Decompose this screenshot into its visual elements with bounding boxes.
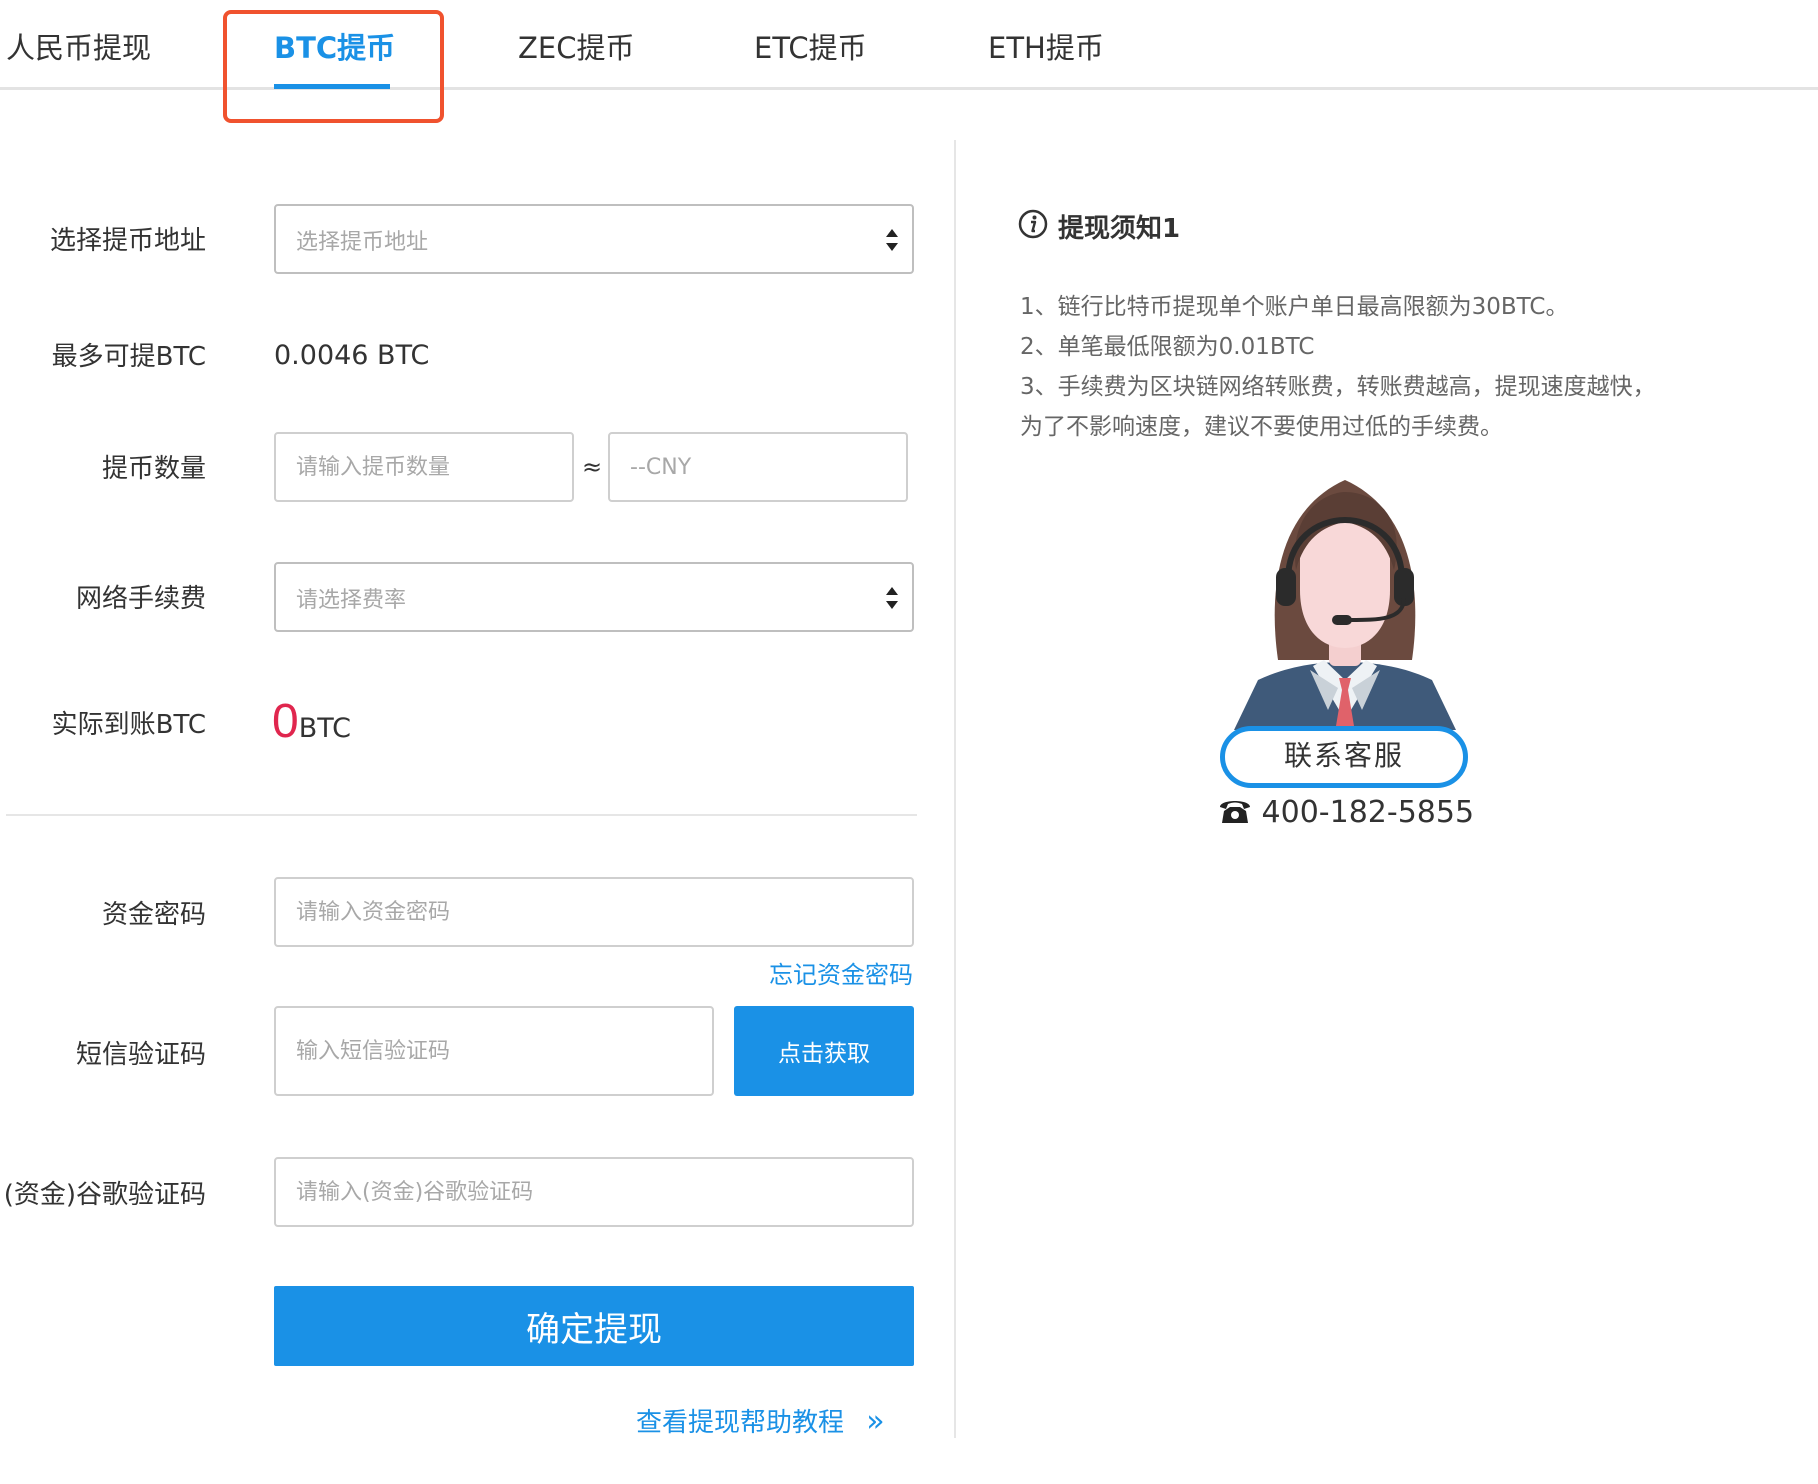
tab-eth-withdraw[interactable]: ETH提币 [988,28,1104,68]
amount-input[interactable] [274,432,574,502]
sort-arrows-icon [886,229,898,251]
notice-line-4: 为了不影响速度，建议不要使用过低的手续费。 [1020,414,1503,440]
fee-select[interactable]: 请选择费率 [274,562,914,632]
google-code-input[interactable] [274,1157,914,1227]
amount-label: 提币数量 [101,454,206,484]
approx-sign: ≈ [582,453,603,481]
cny-value-input[interactable] [608,432,908,502]
actual-value: 0BTC [272,694,351,749]
get-sms-code-button[interactable]: 点击获取 [734,1006,914,1096]
fund-password-input[interactable] [274,877,914,947]
tab-cny-withdraw[interactable]: 人民币提现 [6,28,151,68]
address-select-placeholder: 选择提币地址 [296,230,429,255]
confirm-withdraw-button[interactable]: 确定提现 [274,1286,914,1366]
sms-code-input[interactable] [274,1006,714,1096]
fee-label: 网络手续费 [75,584,206,614]
fund-password-label: 资金密码 [101,900,206,930]
support-phone: 400-182-5855 [1218,795,1474,835]
notice-line-1: 1、链行比特币提现单个账户单日最高限额为30BTC。 [1020,294,1569,320]
actual-unit: BTC [298,713,351,744]
actual-label: 实际到账BTC [51,710,206,740]
actual-amount: 0 [272,695,299,748]
support-phone-number: 400-182-5855 [1261,795,1475,830]
double-chevron-right-icon: » [866,1404,885,1439]
section-divider [6,814,917,816]
max-value: 0.0046 BTC [274,340,430,371]
column-divider [954,140,956,1438]
contact-support-button[interactable]: 联系客服 [1220,726,1468,788]
tab-highlight-box [223,10,444,123]
withdraw-help-label: 查看提现帮助教程 [636,1408,845,1438]
sort-arrows-icon [886,587,898,609]
tab-zec-withdraw[interactable]: ZEC提币 [518,28,634,68]
address-select[interactable]: 选择提币地址 [274,204,914,274]
notice-line-2: 2、单笔最低限额为0.01BTC [1020,334,1315,360]
google-code-label: (资金)谷歌验证码 [3,1180,206,1210]
tab-etc-withdraw[interactable]: ETC提币 [754,28,867,68]
address-label: 选择提币地址 [49,226,206,256]
notice-title: 提现须知1 [1058,214,1181,244]
withdraw-page: 人民币提现 BTC提币 ZEC提币 ETC提币 ETH提币 选择提币地址 选择提… [0,0,1818,1484]
sms-code-label: 短信验证码 [75,1040,206,1070]
info-icon [1018,209,1048,239]
fee-select-placeholder: 请选择费率 [296,588,407,613]
notice-line-3: 3、手续费为区块链网络转账费，转账费越高，提现速度越快， [1020,374,1656,400]
forgot-fund-password-link[interactable]: 忘记资金密码 [769,955,913,990]
phone-icon [1220,801,1250,823]
withdraw-help-link[interactable]: 查看提现帮助教程 » [636,1402,885,1439]
max-label: 最多可提BTC [51,342,206,372]
